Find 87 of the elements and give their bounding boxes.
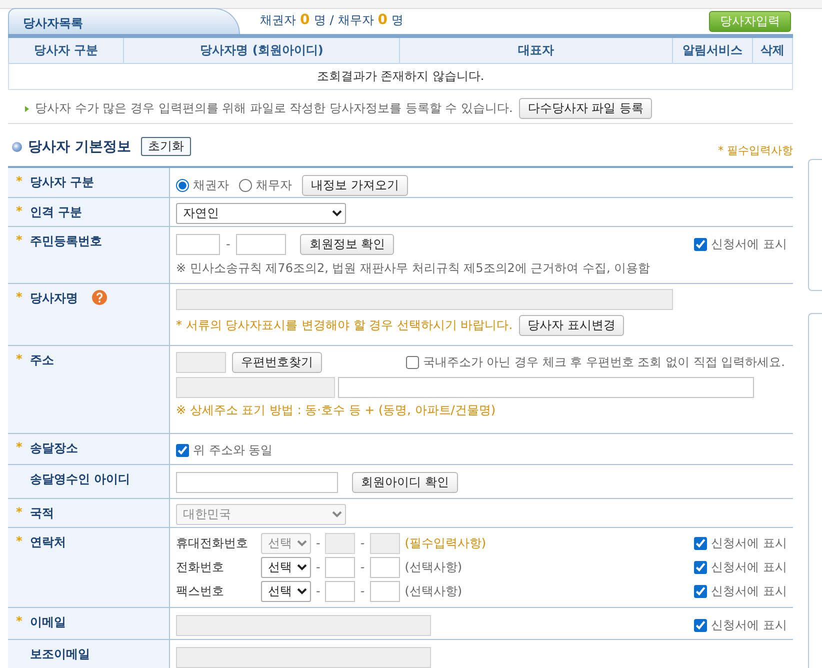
checkbox[interactable] (694, 560, 708, 574)
text-field[interactable] (370, 580, 400, 602)
checkbox-label: 신청서에 표시 (711, 582, 787, 600)
separator: - (316, 584, 320, 598)
phone-label: 전화번호 (176, 558, 225, 576)
radio-label: 채무자 (256, 176, 292, 194)
checkbox[interactable] (176, 444, 189, 456)
field-label: 당사자 구분 (30, 174, 94, 190)
creditor-count: 0 (300, 12, 310, 28)
text-field[interactable] (325, 556, 356, 578)
text-field[interactable] (236, 234, 286, 254)
text-field[interactable] (370, 556, 400, 578)
member-id-field[interactable] (176, 472, 338, 492)
bulk-note: 당사자 수가 많은 경우 입력편의를 위해 파일로 작성한 당사자정보를 등록할 수 있습니다. (35, 100, 513, 117)
phone-label: 휴대전화번호 (176, 534, 249, 552)
checkbox[interactable] (694, 238, 708, 250)
help-icon[interactable] (92, 290, 107, 304)
field-label: 이메일 (30, 614, 66, 630)
section-title: 당사자 기본정보 (28, 138, 131, 156)
separator: - (226, 237, 230, 251)
checkbox[interactable] (694, 584, 708, 598)
field-label: 송달영수인 아이디 (30, 470, 130, 488)
field-hint: (선택사항) (404, 582, 462, 600)
dropdown[interactable]: 자연인 (176, 202, 346, 224)
arrow-icon (25, 106, 29, 112)
checkbox-label: 위 주소와 동일 (193, 442, 273, 458)
column-header: 대표자 (400, 38, 672, 63)
field-label: 보조이메일 (30, 646, 90, 662)
field-label: 당사자명 (30, 290, 78, 306)
separator: - (316, 560, 320, 574)
checkbox-label: 신청서에 표시 (711, 534, 787, 552)
column-header: 삭제 (752, 38, 792, 63)
debtor-label: 채무자 (338, 12, 374, 29)
required-mark: * (16, 614, 24, 628)
field-hint: (선택사항) (404, 558, 462, 576)
column-header: 당사자명 (회원아이디) (124, 38, 400, 63)
required-mark: * (16, 440, 24, 454)
column-header: 당사자 구분 (8, 38, 124, 63)
radio-label: 채권자 (193, 176, 229, 194)
required-mark: * (16, 352, 24, 366)
required-mark: * (16, 174, 24, 188)
verify-member-button[interactable]: 회원정보 확인 (300, 234, 394, 254)
column-header: 알림서비스 (672, 38, 752, 63)
required-mark: * (16, 504, 24, 518)
field-label: 연락처 (30, 534, 66, 550)
text-field[interactable] (176, 234, 220, 254)
separator: - (316, 536, 320, 550)
text-field[interactable] (325, 580, 356, 602)
radio-button[interactable] (239, 178, 252, 192)
verify-id-button[interactable]: 회원아이디 확인 (352, 472, 458, 492)
separator: - (360, 560, 365, 574)
guide-note: * 서류의 당사자표시를 변경해야 할 경우 선택하시기 바랍니다. (176, 316, 513, 334)
required-mark: * (16, 534, 24, 548)
phone-label: 팩스번호 (176, 582, 225, 600)
dropdown[interactable]: 선택 (261, 580, 311, 602)
checkbox-label: 신청서에 표시 (711, 616, 787, 634)
field-label: 송달장소 (30, 440, 78, 456)
field-label: 국적 (30, 504, 54, 522)
creditor-unit: 명 (314, 12, 326, 29)
field-hint: (필수입력사항) (404, 534, 486, 552)
bulk-upload-button[interactable]: 다수당사자 파일 등록 (518, 98, 652, 119)
list-tab[interactable]: 당사자목록 (8, 8, 240, 34)
field-label: 주소 (30, 352, 54, 368)
empty-message: 조회결과가 존재하지 않습니다. (8, 63, 792, 89)
debtor-count: 0 (378, 12, 388, 28)
required-mark: * (16, 290, 24, 304)
checkbox-label: 신청서에 표시 (711, 558, 787, 576)
required-mark: * (16, 204, 24, 218)
legal-note: ※ 민사소송규칙 제76조의2, 법원 재판사무 처리규칙 제5조의2에 근거하여 수집, 이용함 (176, 260, 652, 276)
radio-button[interactable] (176, 178, 189, 192)
creditor-label: 채권자 (260, 12, 296, 29)
debtor-unit: 명 (392, 12, 404, 29)
field-label: 주민등록번호 (30, 232, 102, 250)
address-note: ※ 상세주소 표기 방법 : 동·호수 등 + (동명, 아파트/건물명) (176, 402, 497, 418)
checkbox-label: 신청서에 표시 (711, 236, 787, 252)
fetch-info-button[interactable]: 내정보 가져오기 (302, 174, 408, 196)
bullet-icon (12, 142, 22, 152)
separator: - (360, 584, 365, 598)
required-note: * 필수입력사항 (718, 143, 793, 158)
detail-address-field[interactable] (338, 376, 754, 398)
checkbox-label: 국내주소가 아닌 경우 체크 후 우편번호 조회 없이 직접 입력하세요. (422, 354, 785, 370)
required-mark: * (16, 232, 24, 246)
dropdown[interactable]: 선택 (261, 556, 311, 578)
field-label: 인격 구분 (30, 204, 82, 220)
separator: - (360, 536, 365, 550)
reset-button[interactable]: 초기화 (140, 137, 191, 156)
separator: / (330, 13, 334, 27)
